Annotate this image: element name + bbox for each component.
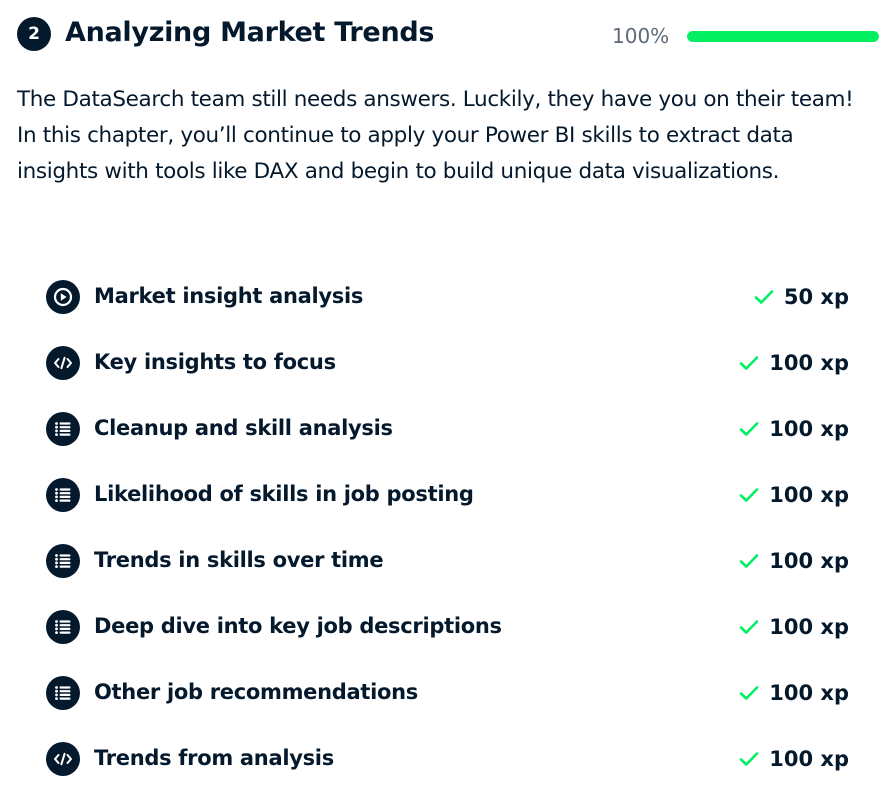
list-icon	[46, 412, 80, 446]
exercise-title[interactable]: Trends from analysis	[94, 743, 334, 773]
chapter-description: The DataSearch team still needs answers.…	[17, 87, 854, 184]
exercise-item[interactable]: Trends from analysis 100 xp	[46, 726, 849, 792]
exercise-xp: 100 xp	[739, 545, 849, 577]
code-icon	[46, 742, 80, 776]
chapter-card: 2 Analyzing Market Trends 100% The DataS…	[0, 0, 895, 796]
chapter-header: 2 Analyzing Market Trends 100%	[17, 12, 879, 54]
check-icon	[739, 751, 759, 767]
exercise-item[interactable]: Other job recommendations 100 xp	[46, 660, 849, 726]
exercise-xp: 50 xp	[754, 281, 849, 313]
check-icon	[739, 487, 759, 503]
list-icon	[46, 610, 80, 644]
progress-bar-fill	[687, 31, 879, 42]
exercise-item[interactable]: Trends in skills over time 100 xp	[46, 528, 849, 594]
video-play-icon	[46, 280, 80, 314]
xp-label: 100 xp	[769, 483, 849, 507]
list-icon	[46, 544, 80, 578]
exercise-title[interactable]: Other job recommendations	[94, 677, 418, 707]
xp-label: 100 xp	[769, 615, 849, 639]
chapter-title[interactable]: Analyzing Market Trends	[65, 15, 434, 51]
xp-label: 50 xp	[783, 285, 849, 309]
exercise-xp: 100 xp	[739, 743, 849, 775]
progress-percentage: 100%	[612, 24, 670, 48]
exercise-xp: 100 xp	[739, 677, 849, 709]
xp-label: 100 xp	[769, 549, 849, 573]
check-icon	[739, 355, 759, 371]
exercise-title[interactable]: Trends in skills over time	[94, 545, 384, 575]
list-icon	[46, 478, 80, 512]
exercise-title[interactable]: Deep dive into key job descriptions	[94, 611, 502, 641]
exercise-title[interactable]: Likelihood of skills in job posting	[94, 479, 474, 509]
chapter-number-badge: 2	[17, 17, 51, 51]
exercise-xp: 100 xp	[739, 479, 849, 511]
check-icon	[739, 685, 759, 701]
check-icon	[739, 553, 759, 569]
exercise-xp: 100 xp	[739, 413, 849, 445]
xp-label: 100 xp	[769, 747, 849, 771]
xp-label: 100 xp	[769, 681, 849, 705]
exercise-title[interactable]: Cleanup and skill analysis	[94, 413, 393, 443]
exercise-item[interactable]: Deep dive into key job descriptions 100 …	[46, 594, 849, 660]
exercise-item[interactable]: Market insight analysis 50 xp	[46, 264, 849, 330]
check-icon	[739, 421, 759, 437]
check-icon	[739, 619, 759, 635]
xp-label: 100 xp	[769, 417, 849, 441]
progress-bar	[687, 31, 879, 42]
code-icon	[46, 346, 80, 380]
check-icon	[754, 289, 774, 305]
exercise-title[interactable]: Key insights to focus	[94, 347, 336, 377]
exercise-item[interactable]: Cleanup and skill analysis 100 xp	[46, 396, 849, 462]
exercise-item[interactable]: Likelihood of skills in job posting 100 …	[46, 462, 849, 528]
xp-label: 100 xp	[769, 351, 849, 375]
exercise-xp: 100 xp	[739, 611, 849, 643]
list-icon	[46, 676, 80, 710]
exercise-list: Market insight analysis 50 xp Key insigh…	[46, 264, 849, 792]
exercise-title[interactable]: Market insight analysis	[94, 281, 363, 311]
exercise-xp: 100 xp	[739, 347, 849, 379]
exercise-item[interactable]: Key insights to focus 100 xp	[46, 330, 849, 396]
